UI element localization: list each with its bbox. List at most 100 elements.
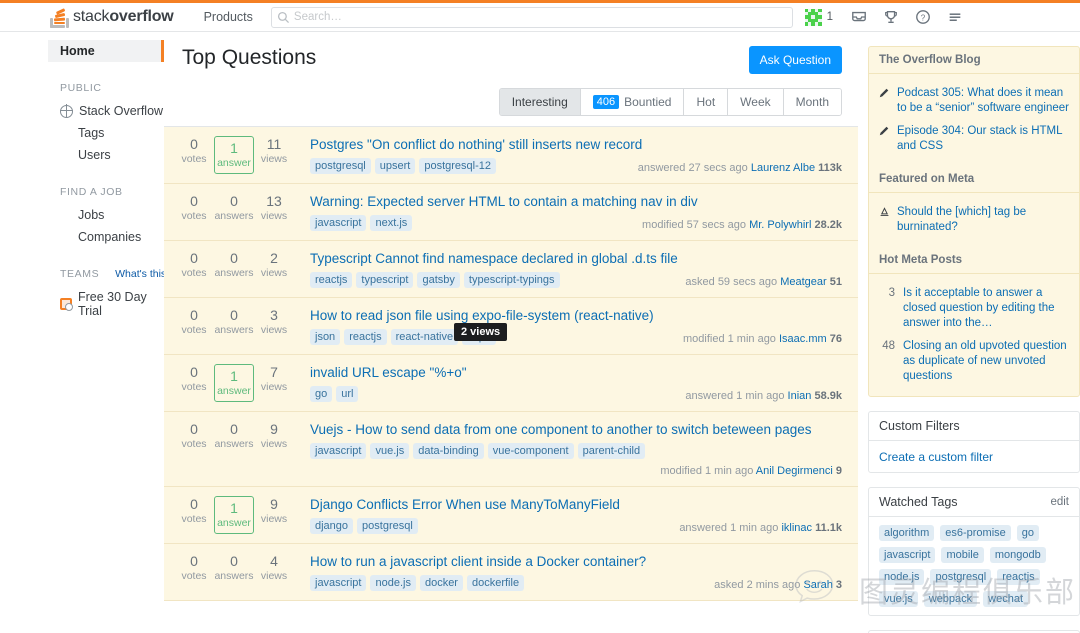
products-link[interactable]: Products	[196, 4, 261, 30]
svg-text:?: ?	[921, 13, 926, 22]
view-label: views	[260, 210, 288, 222]
question-title-link[interactable]: Typescript Cannot find namespace declare…	[310, 250, 842, 267]
tab-month[interactable]: Month	[783, 89, 841, 115]
question-author[interactable]: Laurenz Albe	[751, 162, 815, 174]
watched-tag[interactable]: wechat	[983, 591, 1029, 607]
question-tag[interactable]: vue-component	[487, 443, 574, 459]
watched-tag[interactable]: reactjs	[997, 569, 1040, 585]
question-tag[interactable]: next.js	[370, 215, 413, 231]
ask-question-button[interactable]: Ask Question	[748, 46, 842, 74]
watched-tag[interactable]: vue.js	[879, 591, 918, 607]
question-tag[interactable]: go	[310, 386, 333, 402]
question-tag[interactable]: javascript	[310, 443, 367, 459]
question-author[interactable]: iklinac	[781, 522, 812, 534]
question-tag[interactable]: postgresql	[310, 158, 371, 174]
view-count: 7 views	[254, 364, 294, 402]
search-input[interactable]	[293, 11, 792, 23]
question-author[interactable]: Meatgear	[780, 276, 826, 288]
question-author[interactable]: Mr. Polywhirl	[749, 219, 811, 231]
blog-item[interactable]: Episode 304: Our stack is HTML and CSS	[879, 120, 1069, 158]
question-meta: modified 1 min ago Isaac.mm 76	[675, 333, 842, 345]
question-title-link[interactable]: How to read json file using expo-file-sy…	[310, 307, 842, 324]
question-tag[interactable]: vue.js	[370, 443, 410, 459]
question-tag[interactable]: reactjs	[344, 329, 387, 345]
question-tag[interactable]: json	[310, 329, 341, 345]
hot-meta-item[interactable]: 3 Is it acceptable to answer a closed qu…	[879, 282, 1069, 335]
watched-tag[interactable]: mongodb	[989, 547, 1046, 563]
inbox-icon[interactable]	[844, 2, 874, 32]
question-author[interactable]: Anil Degirmenci	[756, 465, 833, 477]
sidebar-item-free-trial[interactable]: Free 30 Day Trial	[60, 286, 164, 322]
tab-hot[interactable]: Hot	[684, 89, 729, 115]
watched-tag[interactable]: javascript	[879, 547, 936, 563]
question-title-link[interactable]: Postgres "On conflict do nothing' still …	[310, 136, 842, 153]
question-tag[interactable]: django	[310, 518, 354, 534]
question-tag[interactable]: reactjs	[310, 272, 353, 288]
sidebar-item-jobs[interactable]: Jobs	[60, 204, 164, 226]
question-tag[interactable]: typescript-typings	[463, 272, 560, 288]
question-action: modified 1 min ago	[660, 465, 754, 477]
sidebar-item-home[interactable]: Home	[48, 40, 164, 62]
create-custom-filter-link[interactable]: Create a custom filter	[879, 450, 993, 464]
answer-label: answers	[214, 438, 254, 450]
question-author[interactable]: Sarah	[803, 579, 832, 591]
sidebar-item-stack-overflow[interactable]: Stack Overflow	[59, 100, 164, 122]
featured-item[interactable]: Should the [which] tag be burninated?	[879, 201, 1069, 239]
question-title-link[interactable]: Vuejs - How to send data from one compon…	[310, 421, 842, 438]
sidebar-section-teams: TEAMS What's this?	[60, 268, 176, 280]
question-tag[interactable]: typescript	[356, 272, 414, 288]
watched-tag[interactable]: node.js	[879, 569, 925, 585]
question-tag[interactable]: docker	[419, 575, 463, 591]
question-body: Typescript Cannot find namespace declare…	[294, 250, 842, 288]
question-tag[interactable]: javascript	[310, 575, 367, 591]
vote-label: votes	[181, 381, 207, 393]
tab-interesting[interactable]: Interesting	[499, 89, 581, 115]
watched-tag[interactable]: mobile	[941, 547, 984, 563]
question-tag[interactable]: dockerfile	[466, 575, 525, 591]
watched-tag[interactable]: postgresql	[930, 569, 992, 585]
watched-tag[interactable]: webpack	[923, 591, 978, 607]
question-tag[interactable]: postgresql-12	[419, 158, 496, 174]
question-tag[interactable]: javascript	[310, 215, 367, 231]
right-sidebar: The Overflow Blog Podcast 305: What does…	[858, 32, 1080, 633]
question-title-link[interactable]: invalid URL escape "%+o"	[310, 364, 842, 381]
blog-item[interactable]: Podcast 305: What does it mean to be a “…	[879, 82, 1069, 120]
question-action: answered 1 min ago	[685, 390, 785, 402]
watched-tag[interactable]: es6-promise	[940, 525, 1011, 541]
question-title-link[interactable]: How to run a javascript client inside a …	[310, 553, 842, 570]
question-tag[interactable]: postgresql	[357, 518, 418, 534]
question-author[interactable]: Isaac.mm	[779, 333, 827, 345]
question-tag[interactable]: upsert	[374, 158, 416, 174]
question-title-link[interactable]: Django Conflicts Error When use ManyToMa…	[310, 496, 842, 513]
watched-tag[interactable]: go	[1016, 525, 1040, 541]
watched-tags-edit-link[interactable]: edit	[1050, 496, 1069, 508]
question-tag[interactable]: data-binding	[413, 443, 484, 459]
vote-label: votes	[181, 324, 207, 336]
hot-meta-item[interactable]: 48 Closing an old upvoted question as du…	[879, 335, 1069, 388]
trophy-icon[interactable]	[876, 2, 906, 32]
avatar[interactable]	[804, 8, 822, 26]
sidebar-item-users[interactable]: Users	[60, 144, 164, 166]
stack-overflow-logo[interactable]: stackoverflow	[50, 6, 174, 28]
hamburger-icon[interactable]	[940, 2, 970, 32]
answer-number: 1	[230, 500, 238, 516]
vote-count: 0 votes	[174, 307, 214, 345]
sidebar-item-tags[interactable]: Tags	[60, 122, 164, 144]
sidebar-section-find-a-job: FIND A JOB	[60, 186, 123, 198]
sidebar-item-companies[interactable]: Companies	[60, 226, 164, 248]
help-icon[interactable]: ?	[908, 2, 938, 32]
vote-count: 0 votes	[174, 364, 214, 402]
question-tag[interactable]: react-native	[390, 329, 459, 345]
tab-week[interactable]: Week	[728, 89, 784, 115]
question-title-link[interactable]: Warning: Expected server HTML to contain…	[310, 193, 842, 210]
question-tag[interactable]: parent-child	[577, 443, 646, 459]
watched-tag[interactable]: algorithm	[879, 525, 935, 541]
search-box[interactable]	[270, 6, 793, 28]
view-label: views	[260, 570, 288, 582]
question-tag[interactable]: gatsby	[417, 272, 460, 288]
tab-bountied[interactable]: 406 Bountied	[580, 89, 685, 115]
question-tag[interactable]: node.js	[370, 575, 416, 591]
question-tag[interactable]: url	[336, 386, 359, 402]
question-author[interactable]: Inian	[788, 390, 812, 402]
teams-icon	[60, 298, 73, 311]
